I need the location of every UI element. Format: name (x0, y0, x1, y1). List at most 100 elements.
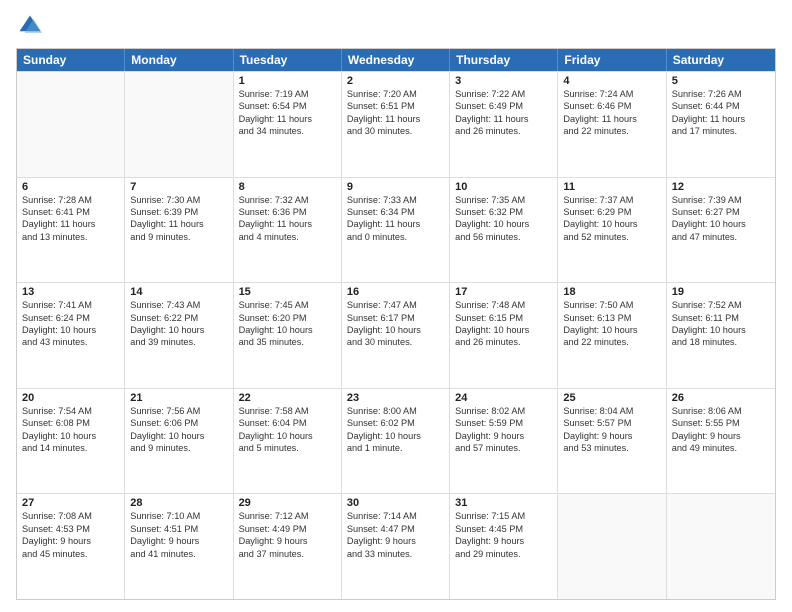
cell-line: and 26 minutes. (455, 125, 552, 137)
cell-line: Sunrise: 7:58 AM (239, 405, 336, 417)
cell-line: Sunrise: 7:15 AM (455, 510, 552, 522)
cell-line: Daylight: 10 hours (22, 324, 119, 336)
cal-cell-28: 28Sunrise: 7:10 AMSunset: 4:51 PMDayligh… (125, 494, 233, 599)
cal-cell-23: 23Sunrise: 8:00 AMSunset: 6:02 PMDayligh… (342, 389, 450, 494)
cell-line: Daylight: 11 hours (130, 218, 227, 230)
cell-line: and 18 minutes. (672, 336, 770, 348)
cal-cell-2: 2Sunrise: 7:20 AMSunset: 6:51 PMDaylight… (342, 72, 450, 177)
cell-line: Daylight: 9 hours (130, 535, 227, 547)
cell-line: Sunset: 4:45 PM (455, 523, 552, 535)
cell-line: Sunrise: 7:22 AM (455, 88, 552, 100)
calendar-row-0: 1Sunrise: 7:19 AMSunset: 6:54 PMDaylight… (17, 71, 775, 177)
day-number: 20 (22, 392, 119, 404)
cell-line: Daylight: 10 hours (455, 218, 552, 230)
cell-line: Sunrise: 7:08 AM (22, 510, 119, 522)
cell-line: Daylight: 10 hours (239, 430, 336, 442)
cal-cell-6: 6Sunrise: 7:28 AMSunset: 6:41 PMDaylight… (17, 178, 125, 283)
cal-cell-8: 8Sunrise: 7:32 AMSunset: 6:36 PMDaylight… (234, 178, 342, 283)
cell-line: and 9 minutes. (130, 442, 227, 454)
header-day-thursday: Thursday (450, 49, 558, 71)
cell-line: Sunrise: 7:39 AM (672, 194, 770, 206)
cell-line: and 30 minutes. (347, 125, 444, 137)
cell-line: and 49 minutes. (672, 442, 770, 454)
cell-line: Daylight: 9 hours (563, 430, 660, 442)
day-number: 31 (455, 497, 552, 509)
logo-icon (16, 12, 44, 40)
day-number: 15 (239, 286, 336, 298)
cell-line: Sunset: 6:49 PM (455, 100, 552, 112)
calendar-row-2: 13Sunrise: 7:41 AMSunset: 6:24 PMDayligh… (17, 282, 775, 388)
calendar-row-3: 20Sunrise: 7:54 AMSunset: 6:08 PMDayligh… (17, 388, 775, 494)
cell-line: Daylight: 11 hours (239, 218, 336, 230)
day-number: 11 (563, 181, 660, 193)
cell-line: and 4 minutes. (239, 231, 336, 243)
cal-cell-19: 19Sunrise: 7:52 AMSunset: 6:11 PMDayligh… (667, 283, 775, 388)
cell-line: Sunset: 6:04 PM (239, 417, 336, 429)
cal-cell-22: 22Sunrise: 7:58 AMSunset: 6:04 PMDayligh… (234, 389, 342, 494)
cell-line: Sunrise: 7:35 AM (455, 194, 552, 206)
cell-line: and 47 minutes. (672, 231, 770, 243)
cell-line: Sunset: 6:13 PM (563, 312, 660, 324)
cell-line: and 30 minutes. (347, 336, 444, 348)
cell-line: and 9 minutes. (130, 231, 227, 243)
cell-line: Sunrise: 7:12 AM (239, 510, 336, 522)
cell-line: Sunrise: 7:24 AM (563, 88, 660, 100)
cell-line: Sunrise: 7:56 AM (130, 405, 227, 417)
cell-line: Sunrise: 7:45 AM (239, 299, 336, 311)
header-day-monday: Monday (125, 49, 233, 71)
cal-cell-27: 27Sunrise: 7:08 AMSunset: 4:53 PMDayligh… (17, 494, 125, 599)
calendar-body: 1Sunrise: 7:19 AMSunset: 6:54 PMDaylight… (17, 71, 775, 599)
cell-line: Sunrise: 7:33 AM (347, 194, 444, 206)
day-number: 5 (672, 75, 770, 87)
cell-line: Sunrise: 7:48 AM (455, 299, 552, 311)
cell-line: Sunset: 6:29 PM (563, 206, 660, 218)
cell-line: Daylight: 11 hours (347, 218, 444, 230)
day-number: 4 (563, 75, 660, 87)
cell-line: Daylight: 10 hours (672, 218, 770, 230)
cell-line: Sunset: 6:11 PM (672, 312, 770, 324)
cell-line: Sunset: 4:53 PM (22, 523, 119, 535)
cal-cell-10: 10Sunrise: 7:35 AMSunset: 6:32 PMDayligh… (450, 178, 558, 283)
cal-cell-7: 7Sunrise: 7:30 AMSunset: 6:39 PMDaylight… (125, 178, 233, 283)
cal-cell-31: 31Sunrise: 7:15 AMSunset: 4:45 PMDayligh… (450, 494, 558, 599)
cell-line: Sunrise: 8:06 AM (672, 405, 770, 417)
cell-line: Sunrise: 7:52 AM (672, 299, 770, 311)
cal-cell-4: 4Sunrise: 7:24 AMSunset: 6:46 PMDaylight… (558, 72, 666, 177)
cell-line: Sunset: 6:20 PM (239, 312, 336, 324)
cal-cell-empty-4-5 (558, 494, 666, 599)
cell-line: Daylight: 10 hours (22, 430, 119, 442)
cell-line: Sunrise: 8:04 AM (563, 405, 660, 417)
page: SundayMondayTuesdayWednesdayThursdayFrid… (0, 0, 792, 612)
cell-line: Sunrise: 7:32 AM (239, 194, 336, 206)
day-number: 12 (672, 181, 770, 193)
cell-line: Daylight: 9 hours (239, 535, 336, 547)
cell-line: Sunset: 6:36 PM (239, 206, 336, 218)
day-number: 18 (563, 286, 660, 298)
cell-line: Sunrise: 7:28 AM (22, 194, 119, 206)
calendar-row-1: 6Sunrise: 7:28 AMSunset: 6:41 PMDaylight… (17, 177, 775, 283)
cell-line: and 52 minutes. (563, 231, 660, 243)
day-number: 7 (130, 181, 227, 193)
cell-line: Daylight: 10 hours (672, 324, 770, 336)
cell-line: Sunrise: 8:02 AM (455, 405, 552, 417)
cell-line: Sunrise: 7:37 AM (563, 194, 660, 206)
day-number: 21 (130, 392, 227, 404)
cell-line: Sunset: 6:51 PM (347, 100, 444, 112)
cell-line: and 41 minutes. (130, 548, 227, 560)
cal-cell-9: 9Sunrise: 7:33 AMSunset: 6:34 PMDaylight… (342, 178, 450, 283)
cell-line: Daylight: 10 hours (239, 324, 336, 336)
cell-line: and 57 minutes. (455, 442, 552, 454)
cell-line: Sunset: 6:44 PM (672, 100, 770, 112)
cell-line: and 37 minutes. (239, 548, 336, 560)
cell-line: and 43 minutes. (22, 336, 119, 348)
cell-line: Sunrise: 7:10 AM (130, 510, 227, 522)
header-day-sunday: Sunday (17, 49, 125, 71)
cell-line: Daylight: 9 hours (455, 535, 552, 547)
day-number: 6 (22, 181, 119, 193)
cell-line: Sunrise: 7:47 AM (347, 299, 444, 311)
cal-cell-5: 5Sunrise: 7:26 AMSunset: 6:44 PMDaylight… (667, 72, 775, 177)
cell-line: Sunset: 4:47 PM (347, 523, 444, 535)
day-number: 2 (347, 75, 444, 87)
cal-cell-26: 26Sunrise: 8:06 AMSunset: 5:55 PMDayligh… (667, 389, 775, 494)
cell-line: and 13 minutes. (22, 231, 119, 243)
